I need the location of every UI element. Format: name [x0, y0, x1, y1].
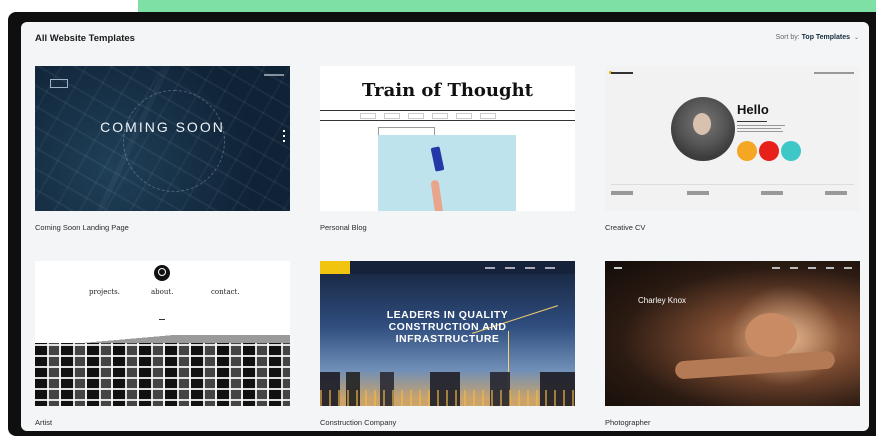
text-line [737, 128, 781, 129]
monogram-mark [158, 268, 166, 276]
nav-placeholder [360, 113, 376, 119]
blog-nav-bar [320, 110, 575, 121]
footer-placeholder [687, 191, 709, 195]
preview-nav-projects: projects. [89, 288, 120, 296]
preview-headline: Train of Thought [362, 80, 533, 101]
text-line [737, 121, 767, 122]
chevron-down-icon [159, 316, 165, 320]
nav-placeholder [384, 113, 400, 119]
sort-label: Sort by: [775, 34, 800, 41]
footer-placeholder [761, 191, 783, 195]
headline-line: CONSTRUCTION AND [388, 321, 507, 333]
preview-nav-contact: contact. [211, 288, 240, 296]
nav-placeholder [432, 113, 448, 119]
preview-headline: Hello [737, 102, 769, 117]
preview-nav-about: about. [151, 288, 174, 296]
template-name[interactable]: Construction Company [320, 418, 396, 427]
template-thumbnail[interactable]: Charley Knox [605, 261, 860, 406]
template-name[interactable]: Creative CV [605, 223, 645, 232]
template-card-artist[interactable]: projects. about. contact. Artist [35, 261, 290, 427]
text-line [737, 131, 783, 132]
headline-line: INFRASTRUCTURE [395, 333, 500, 345]
logo-placeholder [611, 72, 633, 74]
building-floors [35, 335, 290, 406]
dial-ring [123, 90, 225, 192]
template-thumbnail[interactable]: projects. about. contact. [35, 261, 290, 406]
template-name[interactable]: Coming Soon Landing Page [35, 223, 129, 232]
badge-dot-teal [781, 141, 801, 161]
chevron-down-icon: ⌄ [853, 35, 859, 41]
template-thumbnail[interactable]: Hello [605, 66, 860, 211]
template-card-construction[interactable]: LEADERS IN QUALITY CONSTRUCTION AND INFR… [320, 261, 575, 427]
preview-headline: LEADERS IN QUALITY CONSTRUCTION AND INFR… [320, 309, 575, 345]
nav-placeholder [772, 267, 852, 269]
badge-dot-orange [737, 141, 757, 161]
sort-dropdown[interactable]: Sort by: Top Templates ⌄ [776, 34, 859, 41]
nav-placeholder [264, 74, 284, 76]
logo-placeholder [320, 261, 350, 274]
nav-placeholder [814, 72, 854, 74]
building-roofline [35, 335, 290, 343]
logo-placeholder [50, 79, 68, 88]
template-card-creative-cv[interactable]: Hello Creative CV [605, 66, 860, 232]
nav-placeholder [408, 113, 424, 119]
template-thumbnail[interactable]: Train of Thought [320, 66, 575, 211]
template-name[interactable]: Personal Blog [320, 223, 367, 232]
page-title: All Website Templates [35, 33, 135, 44]
preview-headline: COMING SOON [100, 119, 225, 135]
template-card-personal-blog[interactable]: Train of Thought Personal Blog [320, 66, 575, 232]
logo-placeholder [614, 267, 622, 269]
nav-placeholder [480, 113, 496, 119]
templates-panel: All Website Templates Sort by: Top Templ… [21, 22, 869, 431]
nav-placeholder [485, 267, 565, 269]
nav-placeholder [456, 113, 472, 119]
top-accent-bar [138, 0, 876, 12]
footer-placeholder [611, 191, 633, 195]
featured-photo [378, 135, 516, 211]
template-thumbnail[interactable]: COMING SOON [35, 66, 290, 211]
footer-divider [611, 184, 854, 185]
template-name[interactable]: Photographer [605, 418, 650, 427]
portrait-face [693, 113, 711, 135]
template-name[interactable]: Artist [35, 418, 52, 427]
template-card-coming-soon[interactable]: COMING SOON Coming Soon Landing Page [35, 66, 290, 232]
headline-line: LEADERS IN QUALITY [386, 309, 509, 321]
sort-value: Top Templates [801, 34, 851, 41]
template-card-photographer[interactable]: Charley Knox Photographer [605, 261, 860, 427]
template-thumbnail[interactable]: LEADERS IN QUALITY CONSTRUCTION AND INFR… [320, 261, 575, 406]
badge-dot-red [759, 141, 779, 161]
face-shape [745, 313, 797, 357]
footer-placeholder [825, 191, 847, 195]
text-line [737, 125, 785, 126]
city-lights [320, 390, 575, 406]
preview-headline: Charley Knox [638, 296, 687, 305]
